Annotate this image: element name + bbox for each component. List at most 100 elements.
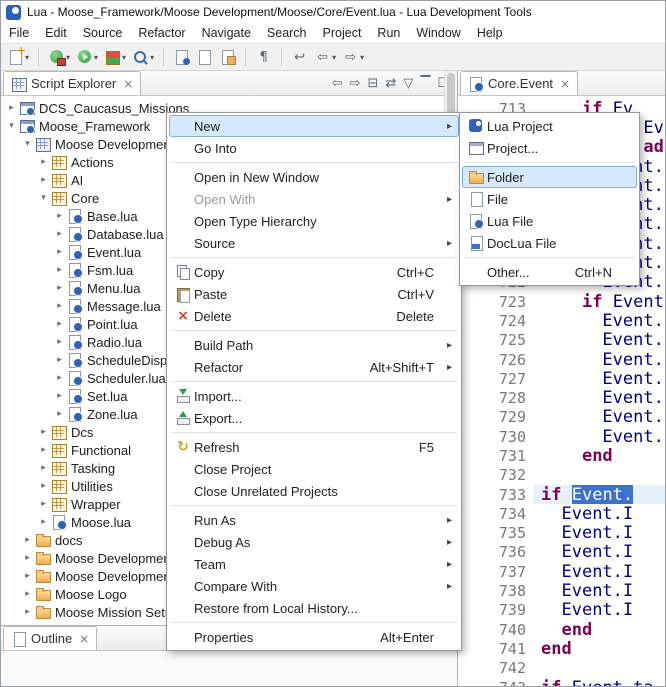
collapsed-arrow-icon[interactable]: ▸ bbox=[21, 589, 34, 599]
collapsed-arrow-icon[interactable]: ▸ bbox=[37, 427, 50, 437]
code-line-742[interactable]: 742 bbox=[458, 659, 665, 678]
menu-window[interactable]: Window bbox=[408, 24, 468, 42]
context-menu-item-open-in-new-window[interactable]: Open in New Window bbox=[169, 166, 459, 188]
collapsed-arrow-icon[interactable]: ▸ bbox=[37, 445, 50, 455]
collapsed-arrow-icon[interactable]: ▸ bbox=[53, 373, 66, 383]
coverage-dropdown-icon[interactable]: ▾ bbox=[122, 53, 126, 62]
context-menu-item-paste[interactable]: PasteCtrl+V bbox=[169, 283, 459, 305]
coverage-button[interactable]: ▾ bbox=[102, 46, 128, 68]
code-line-739[interactable]: 739 Event.I bbox=[458, 601, 665, 620]
new-wizard-button[interactable]: ▾ bbox=[5, 46, 31, 68]
code-line-737[interactable]: 737 Event.I bbox=[458, 562, 665, 581]
new-lua-file-button[interactable] bbox=[171, 46, 192, 68]
menu-refactor[interactable]: Refactor bbox=[130, 24, 193, 42]
context-menu-item-run-as[interactable]: Run As▸ bbox=[169, 509, 459, 531]
collapsed-arrow-icon[interactable]: ▸ bbox=[37, 499, 50, 509]
new-submenu-item-doclua-file[interactable]: DocLua File bbox=[462, 232, 637, 254]
menu-source[interactable]: Source bbox=[75, 24, 131, 42]
collapsed-arrow-icon[interactable]: ▸ bbox=[37, 481, 50, 491]
code-line-728[interactable]: 728 Event.I bbox=[458, 388, 665, 407]
code-line-740[interactable]: 740 end bbox=[458, 620, 665, 639]
collapsed-arrow-icon[interactable]: ▸ bbox=[37, 157, 50, 167]
collapsed-arrow-icon[interactable]: ▸ bbox=[21, 535, 34, 545]
context-menu-item-new[interactable]: New▸ bbox=[169, 115, 459, 137]
context-menu-item-copy[interactable]: CopyCtrl+C bbox=[169, 261, 459, 283]
menu-navigate[interactable]: Navigate bbox=[194, 24, 259, 42]
code-line-735[interactable]: 735 Event.I bbox=[458, 524, 665, 543]
collapsed-arrow-icon[interactable]: ▸ bbox=[21, 571, 34, 581]
code-line-734[interactable]: 734 Event.I bbox=[458, 504, 665, 523]
context-menu-item-restore-from-local-history[interactable]: Restore from Local History... bbox=[169, 597, 459, 619]
collapsed-arrow-icon[interactable]: ▸ bbox=[37, 463, 50, 473]
collapsed-arrow-icon[interactable]: ▸ bbox=[21, 607, 34, 617]
menu-search[interactable]: Search bbox=[259, 24, 315, 42]
code-line-743[interactable]: 743if Event.ta bbox=[458, 678, 665, 686]
forward-dropdown-icon[interactable]: ▾ bbox=[360, 53, 364, 62]
context-menu-item-go-into[interactable]: Go Into bbox=[169, 137, 459, 159]
new-submenu-item-folder[interactable]: Folder bbox=[462, 166, 637, 188]
context-menu-item-close-project[interactable]: Close Project bbox=[169, 458, 459, 480]
menu-help[interactable]: Help bbox=[469, 24, 511, 42]
collapsed-arrow-icon[interactable]: ▸ bbox=[53, 211, 66, 221]
menu-project[interactable]: Project bbox=[315, 24, 370, 42]
new-submenu-item-project[interactable]: Project... bbox=[462, 137, 637, 159]
collapsed-arrow-icon[interactable]: ▸ bbox=[37, 175, 50, 185]
collapsed-arrow-icon[interactable]: ▸ bbox=[53, 247, 66, 257]
code-line-732[interactable]: 732 bbox=[458, 466, 665, 485]
context-menu-item-source[interactable]: Source▸ bbox=[169, 232, 459, 254]
collapsed-arrow-icon[interactable]: ▸ bbox=[53, 283, 66, 293]
collapsed-arrow-icon[interactable]: ▸ bbox=[53, 391, 66, 401]
view-menu-icon[interactable]: ▽ bbox=[403, 77, 413, 90]
context-menu-item-open-type-hierarchy[interactable]: Open Type Hierarchy bbox=[169, 210, 459, 232]
menu-file[interactable]: File bbox=[1, 24, 37, 42]
context-menu-item-compare-with[interactable]: Compare With▸ bbox=[169, 575, 459, 597]
close-editor-tab-icon[interactable]: × bbox=[560, 77, 570, 91]
context-menu-item-import[interactable]: Import... bbox=[169, 385, 459, 407]
collapsed-arrow-icon[interactable]: ▸ bbox=[5, 103, 18, 113]
code-line-731[interactable]: 731 end bbox=[458, 446, 665, 465]
run-dropdown-icon[interactable]: ▾ bbox=[94, 53, 98, 62]
code-line-725[interactable]: 725 Event.I bbox=[458, 331, 665, 350]
run-button[interactable]: ▾ bbox=[74, 46, 100, 68]
context-menu-item-export[interactable]: Export... bbox=[169, 407, 459, 429]
collapsed-arrow-icon[interactable]: ▸ bbox=[53, 229, 66, 239]
expanded-arrow-icon[interactable]: ▾ bbox=[5, 121, 18, 131]
code-line-738[interactable]: 738 Event.I bbox=[458, 581, 665, 600]
back-icon[interactable]: ⇦ bbox=[332, 77, 343, 90]
close-script-explorer-icon[interactable]: × bbox=[123, 77, 133, 91]
minimize-icon[interactable]: ▔ bbox=[420, 77, 430, 90]
code-line-724[interactable]: 724 Event.I bbox=[458, 311, 665, 330]
menu-edit[interactable]: Edit bbox=[37, 24, 75, 42]
collapsed-arrow-icon[interactable]: ▸ bbox=[53, 337, 66, 347]
collapsed-arrow-icon[interactable]: ▸ bbox=[53, 301, 66, 311]
back-button[interactable]: ⇦▾ bbox=[312, 46, 338, 68]
last-edit-location-button[interactable]: ↩ bbox=[289, 46, 310, 68]
new-submenu-item-lua-project[interactable]: Lua Project bbox=[462, 115, 637, 137]
context-menu-item-build-path[interactable]: Build Path▸ bbox=[169, 334, 459, 356]
tab-outline[interactable]: Outline × bbox=[3, 626, 97, 650]
back-dropdown-icon[interactable]: ▾ bbox=[332, 53, 336, 62]
expanded-arrow-icon[interactable]: ▾ bbox=[37, 193, 50, 203]
code-line-741[interactable]: 741end bbox=[458, 639, 665, 658]
new-folder-button[interactable] bbox=[217, 46, 238, 68]
context-menu-item-refresh[interactable]: ↻RefreshF5 bbox=[169, 436, 459, 458]
code-line-736[interactable]: 736 Event.I bbox=[458, 543, 665, 562]
close-outline-icon[interactable]: × bbox=[79, 632, 89, 646]
collapse-all-icon[interactable]: ⊟ bbox=[368, 77, 379, 90]
tab-script-explorer[interactable]: Script Explorer × bbox=[3, 71, 141, 95]
expanded-arrow-icon[interactable]: ▾ bbox=[21, 139, 34, 149]
code-line-727[interactable]: 727 Event.I bbox=[458, 369, 665, 388]
collapsed-arrow-icon[interactable]: ▸ bbox=[53, 409, 66, 419]
code-line-729[interactable]: 729 Event.I bbox=[458, 408, 665, 427]
context-menu-item-delete[interactable]: ×DeleteDelete bbox=[169, 305, 459, 327]
search-dropdown-icon[interactable]: ▾ bbox=[150, 53, 154, 62]
open-element-button[interactable] bbox=[194, 46, 215, 68]
code-line-726[interactable]: 726 Event.I bbox=[458, 350, 665, 369]
collapsed-arrow-icon[interactable]: ▸ bbox=[37, 517, 50, 527]
code-line-733[interactable]: 733if Event. bbox=[458, 485, 665, 504]
context-menu-item-team[interactable]: Team▸ bbox=[169, 553, 459, 575]
collapsed-arrow-icon[interactable]: ▸ bbox=[21, 553, 34, 563]
external-tools-dropdown-icon[interactable]: ▾ bbox=[66, 53, 70, 62]
menu-run[interactable]: Run bbox=[369, 24, 408, 42]
tab-core-event[interactable]: Core.Event × bbox=[460, 71, 578, 95]
